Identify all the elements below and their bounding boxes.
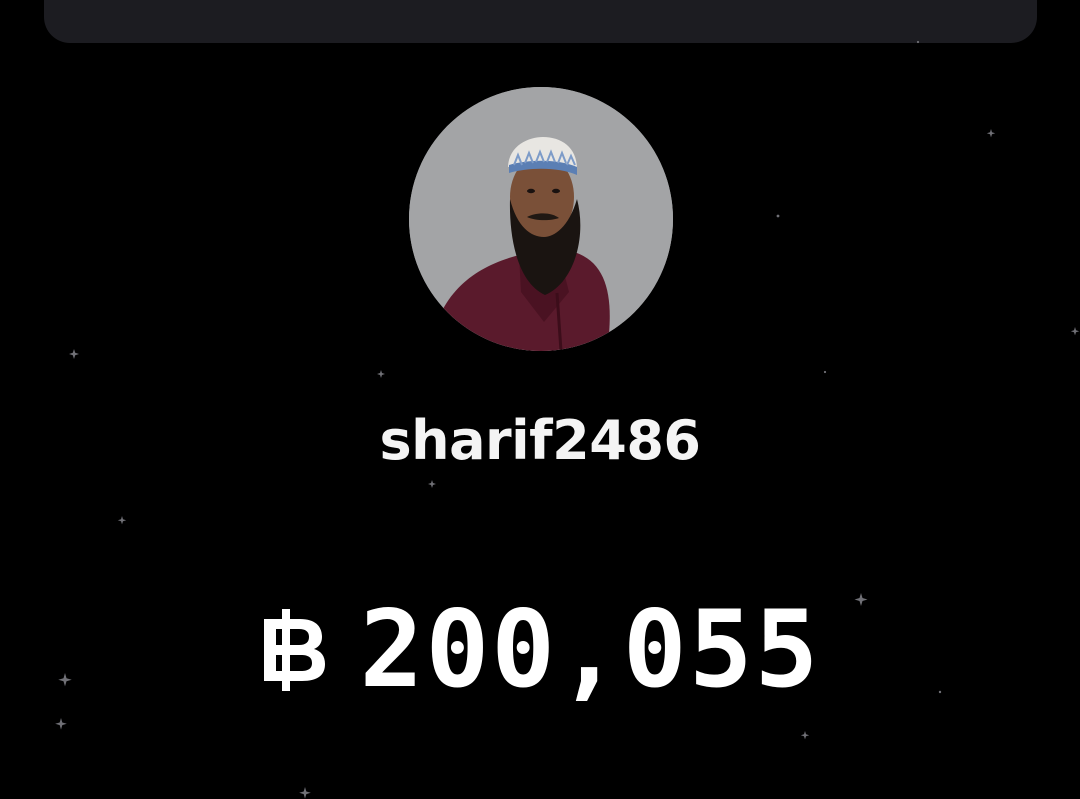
balance-amount: 200,055 — [359, 588, 821, 711]
star-sparkle — [299, 787, 311, 799]
star-dot — [823, 370, 827, 374]
star-dot — [776, 214, 780, 218]
star-sparkle — [69, 349, 79, 359]
star-sparkle — [428, 480, 436, 488]
star-sparkle — [377, 370, 385, 378]
star-sparkle — [55, 718, 67, 730]
username: sharif2486 — [379, 409, 701, 472]
star-sparkle — [1070, 327, 1080, 336]
star-sparkle — [800, 731, 810, 740]
star-sparkle — [117, 516, 127, 525]
avatar[interactable] — [409, 87, 673, 351]
star-dot — [916, 40, 920, 44]
user-profile-photo — [409, 87, 673, 351]
balance-display: 200,055 — [0, 595, 1080, 705]
star-sparkle — [986, 129, 996, 138]
baht-currency-icon — [263, 609, 325, 691]
